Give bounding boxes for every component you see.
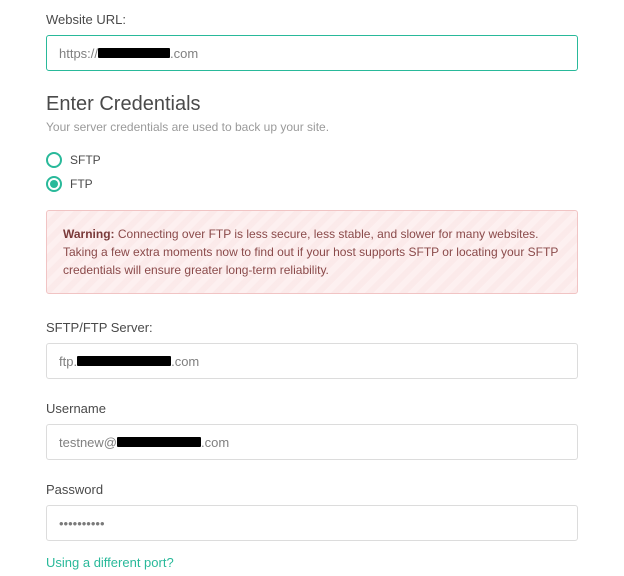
username-input[interactable]: testnew@ .com bbox=[46, 424, 578, 460]
radio-icon bbox=[46, 152, 62, 168]
protocol-option-sftp[interactable]: SFTP bbox=[46, 152, 578, 168]
radio-label-ftp: FTP bbox=[70, 177, 93, 191]
radio-label-sftp: SFTP bbox=[70, 153, 101, 167]
url-suffix: .com bbox=[170, 46, 198, 61]
radio-icon bbox=[46, 176, 62, 192]
username-label: Username bbox=[46, 401, 578, 416]
server-suffix: .com bbox=[171, 354, 199, 369]
password-label: Password bbox=[46, 482, 578, 497]
website-url-label: Website URL: bbox=[46, 12, 578, 27]
server-block: SFTP/FTP Server: ftp. .com bbox=[46, 320, 578, 379]
warning-body: Connecting over FTP is less secure, less… bbox=[63, 227, 558, 277]
server-input[interactable]: ftp. .com bbox=[46, 343, 578, 379]
username-prefix: testnew@ bbox=[59, 435, 117, 450]
protocol-option-ftp[interactable]: FTP bbox=[46, 176, 578, 192]
password-block: Password bbox=[46, 482, 578, 541]
protocol-radio-group: SFTP FTP bbox=[46, 152, 578, 192]
credentials-form: Website URL: https:// .com Enter Credent… bbox=[0, 0, 624, 570]
username-redacted bbox=[117, 437, 201, 447]
url-prefix: https:// bbox=[59, 46, 98, 61]
url-redacted bbox=[98, 48, 170, 58]
ftp-warning: Warning: Connecting over FTP is less sec… bbox=[46, 210, 578, 294]
password-input[interactable] bbox=[46, 505, 578, 541]
different-port-link[interactable]: Using a different port? bbox=[46, 555, 174, 570]
username-suffix: .com bbox=[201, 435, 229, 450]
credentials-title: Enter Credentials bbox=[46, 93, 578, 116]
server-prefix: ftp. bbox=[59, 354, 77, 369]
website-url-input[interactable]: https:// .com bbox=[46, 35, 578, 71]
warning-prefix: Warning: bbox=[63, 227, 115, 241]
credentials-subtitle: Your server credentials are used to back… bbox=[46, 120, 578, 134]
username-block: Username testnew@ .com bbox=[46, 401, 578, 460]
server-label: SFTP/FTP Server: bbox=[46, 320, 578, 335]
server-redacted bbox=[77, 356, 171, 366]
website-url-block: Website URL: https:// .com bbox=[46, 12, 578, 71]
